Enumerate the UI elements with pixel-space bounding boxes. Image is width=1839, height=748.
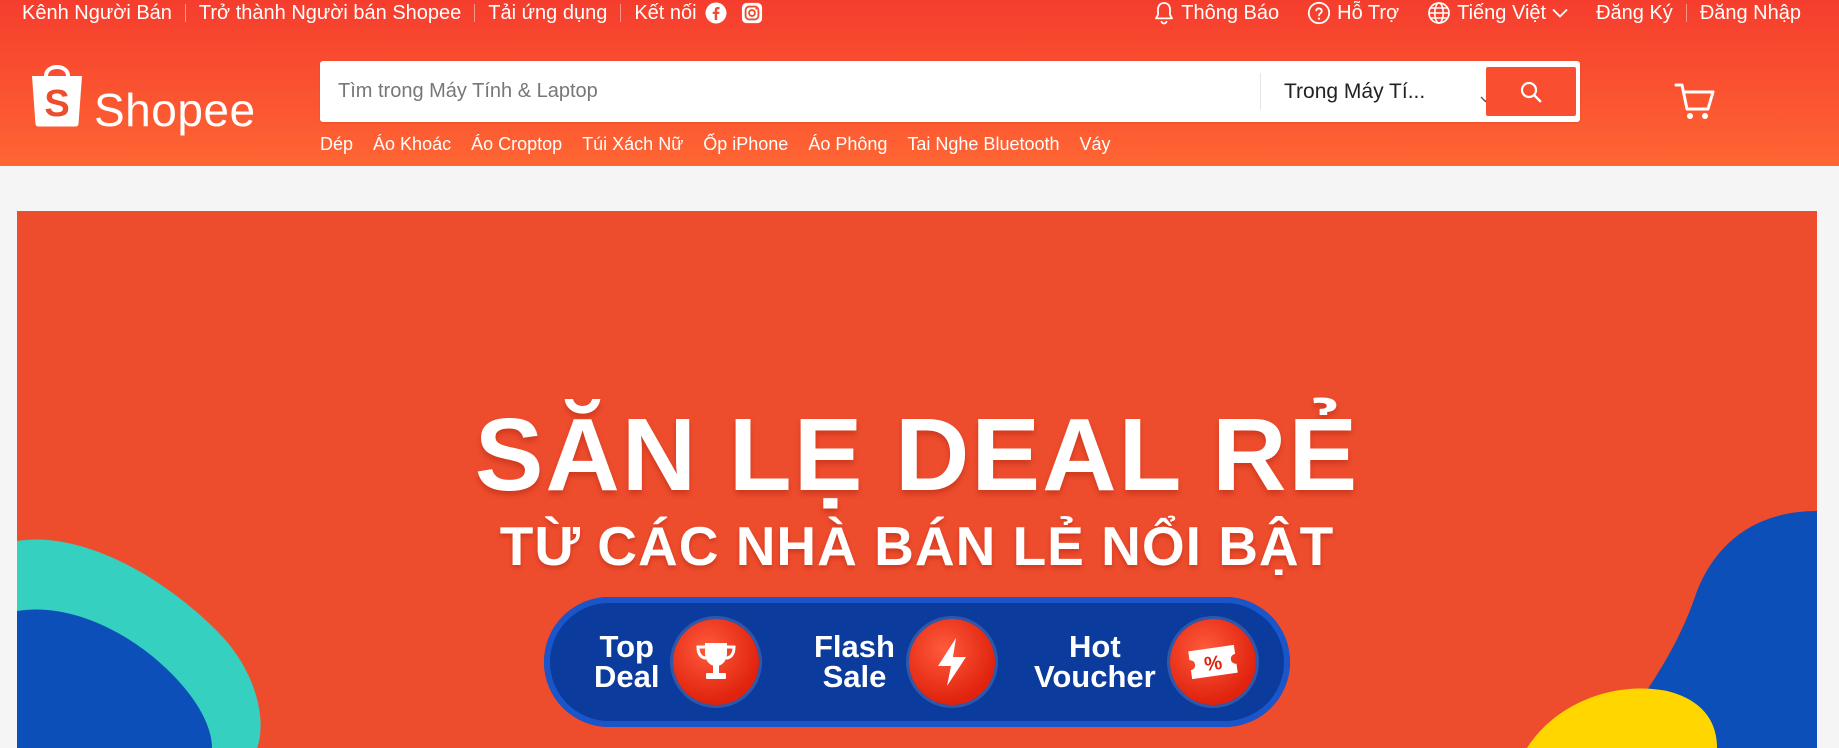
divider xyxy=(1685,4,1687,22)
flash-sale-badge[interactable]: Flash Sale xyxy=(814,619,995,705)
facebook-icon[interactable] xyxy=(705,2,727,24)
svg-text:%: % xyxy=(1203,652,1224,676)
shopee-logo[interactable]: S Shopee xyxy=(28,58,256,133)
search-button[interactable] xyxy=(1486,67,1576,116)
keyword-link[interactable]: Túi Xách Nữ xyxy=(582,134,683,155)
notifications-link[interactable]: Thông Báo xyxy=(1153,1,1279,25)
badge-label-line1: Hot xyxy=(1069,629,1121,664)
search-input[interactable] xyxy=(338,61,1198,122)
trending-keywords: Dép Áo Khoác Áo Croptop Túi Xách Nữ Ốp i… xyxy=(320,134,1131,155)
keyword-link[interactable]: Ốp iPhone xyxy=(703,134,788,155)
badge-label-line1: Flash xyxy=(814,629,895,664)
divider xyxy=(1260,73,1261,110)
search-icon xyxy=(1519,80,1543,104)
connect-label: Kết nối xyxy=(634,1,697,24)
download-app-link[interactable]: Tải ứng dụng xyxy=(488,2,607,25)
badge-label-line1: Top xyxy=(599,629,654,664)
language-label: Tiếng Việt xyxy=(1457,1,1547,24)
language-selector[interactable]: Tiếng Việt xyxy=(1427,1,1568,25)
lightning-icon xyxy=(908,619,995,705)
logo-wordmark: Shopee xyxy=(94,84,256,136)
banner-headline: SĂN LẸ DEAL RẺ xyxy=(474,397,1360,512)
promo-banner[interactable]: SĂN LẸ DEAL RẺ TỪ CÁC NHÀ BÁN LẺ NỔI BẬT… xyxy=(17,211,1817,748)
bell-icon xyxy=(1153,1,1175,25)
divider xyxy=(474,4,476,22)
top-deal-badge[interactable]: Top Deal xyxy=(594,619,760,705)
divider xyxy=(184,4,186,22)
search-scope-label: Trong Máy Tí... xyxy=(1284,79,1426,103)
seller-centre-link[interactable]: Kênh Người Bán xyxy=(22,2,172,25)
shopping-bag-icon: S xyxy=(28,58,86,133)
keyword-link[interactable]: Áo Khoác xyxy=(373,134,451,155)
topbar-left: Kênh Người Bán Trở thành Người bán Shope… xyxy=(22,1,763,25)
instagram-icon[interactable] xyxy=(741,2,763,24)
globe-icon xyxy=(1427,1,1451,25)
notifications-label: Thông Báo xyxy=(1181,1,1280,24)
become-seller-link[interactable]: Trở thành Người bán Shopee xyxy=(199,2,461,25)
chevron-down-icon xyxy=(1552,8,1568,18)
divider xyxy=(620,4,622,22)
help-icon xyxy=(1307,1,1331,25)
cart-icon[interactable] xyxy=(1674,82,1716,127)
top-navbar: Kênh Người Bán Trở thành Người bán Shope… xyxy=(0,0,1839,28)
badge-label-line2: Sale xyxy=(822,659,887,694)
keyword-link[interactable]: Váy xyxy=(1080,134,1111,155)
voucher-icon: % xyxy=(1169,619,1256,705)
deal-categories-pill: Top Deal Flash Sale Hot Voucher % xyxy=(544,597,1290,727)
search-bar: Trong Máy Tí... xyxy=(320,61,1580,122)
keyword-link[interactable]: Áo Phông xyxy=(808,134,887,155)
badge-label-line2: Voucher xyxy=(1034,659,1156,694)
search-scope-dropdown[interactable]: Trong Máy Tí... xyxy=(1284,61,1491,122)
badge-label-line2: Deal xyxy=(594,659,660,694)
trophy-icon xyxy=(673,619,760,705)
keyword-link[interactable]: Tai Nghe Bluetooth xyxy=(907,134,1059,155)
hot-voucher-badge[interactable]: Hot Voucher % xyxy=(1034,619,1256,705)
banner-subline: TỪ CÁC NHÀ BÁN LẺ NỔI BẬT xyxy=(499,515,1335,577)
shopee-header: Kênh Người Bán Trở thành Người bán Shope… xyxy=(0,0,1839,166)
topbar-right: Thông Báo Hỗ Trợ Tiếng Việt Đăng Ký Đăng… xyxy=(1153,1,1801,25)
svg-text:S: S xyxy=(44,83,69,125)
register-link[interactable]: Đăng Ký xyxy=(1596,2,1673,25)
support-label: Hỗ Trợ xyxy=(1337,1,1400,24)
keyword-link[interactable]: Dép xyxy=(320,134,353,155)
keyword-link[interactable]: Áo Croptop xyxy=(471,134,562,155)
login-link[interactable]: Đăng Nhập xyxy=(1700,2,1801,25)
support-link[interactable]: Hỗ Trợ xyxy=(1307,1,1399,25)
